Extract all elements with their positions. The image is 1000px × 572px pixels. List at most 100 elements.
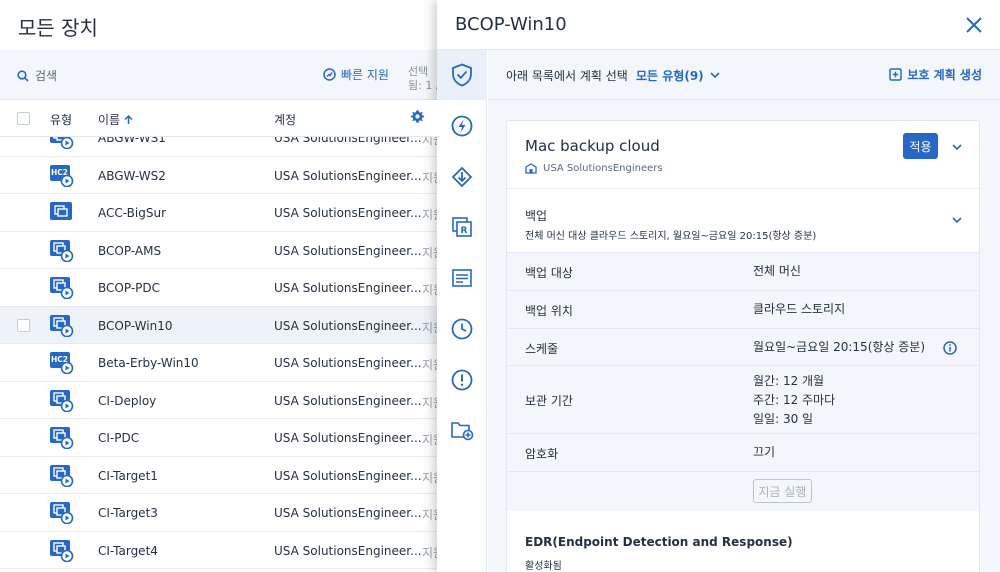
device-name: CI-Target3 xyxy=(98,506,158,520)
edr-section[interactable]: EDR(Endpoint Detection and Response) 활성화… xyxy=(507,515,979,572)
detail-row-encryption: 암호화 끄기 xyxy=(507,434,979,472)
search-box[interactable]: 검색 xyxy=(17,67,57,84)
table-row[interactable]: BCOP-PDCUSA SolutionsEngineer...지원 xyxy=(0,269,440,307)
detail-row-what: 백업 대상 전체 머신 xyxy=(507,253,979,291)
table-row[interactable]: CI-Target1USA SolutionsEngineer...지원 xyxy=(0,457,440,494)
nav-restore[interactable]: R xyxy=(437,202,487,252)
apply-button[interactable]: 적용 xyxy=(903,133,938,159)
protection-content: 아래 목록에서 계획 선택 모든 유형(9) 보호 계획 생성 Mac back… xyxy=(488,50,1000,572)
panel-title: BCOP-Win10 xyxy=(455,14,567,35)
chevron-down-icon[interactable] xyxy=(951,214,963,226)
device-table-body: ABGW-WS1USA SolutionsEngineer...지원HC2ABG… xyxy=(0,119,440,569)
chevron-down-icon xyxy=(710,72,720,79)
info-icon[interactable] xyxy=(943,341,957,355)
nav-recovery[interactable] xyxy=(437,152,487,202)
backup-section-header[interactable]: 백업 전체 머신 대상 클라우드 스토리지, 월요일~금요일 20:15(항상 … xyxy=(507,189,979,253)
plus-square-icon xyxy=(889,68,903,81)
table-row[interactable]: CI-PDCUSA SolutionsEngineer...지원 xyxy=(0,419,440,457)
create-plan-button[interactable]: 보호 계획 생성 xyxy=(889,66,982,83)
sort-asc-icon xyxy=(124,114,133,124)
column-name[interactable]: 이름 xyxy=(98,111,133,128)
vm-icon xyxy=(50,427,74,450)
vm-icon xyxy=(50,277,74,300)
plan-organization: USA SolutionsEngineers xyxy=(525,163,663,174)
table-row[interactable]: HC2ABGW-WS2USA SolutionsEngineer...지원 xyxy=(0,157,440,194)
quick-support-button[interactable]: 빠른 지원 xyxy=(323,66,389,83)
device-name: BCOP-Win10 xyxy=(98,318,173,333)
nav-activities[interactable] xyxy=(437,304,487,354)
table-row[interactable]: CI-Target4USA SolutionsEngineer...지원 xyxy=(0,532,440,569)
run-now-row: 지금 실행 xyxy=(507,472,979,511)
chevron-down-icon[interactable] xyxy=(951,141,963,153)
close-icon[interactable] xyxy=(963,14,985,36)
table-row[interactable]: BCOP-Win10USA SolutionsEngineer...지원 xyxy=(0,306,440,344)
table-row[interactable]: CI-DeployUSA SolutionsEngineer...지원 xyxy=(0,382,440,419)
selection-info: 선택 됨: 1 / xyxy=(408,65,438,92)
quick-support-icon xyxy=(323,68,336,81)
table-row[interactable]: ACC-BigSurUSA SolutionsEngineer...지원 xyxy=(0,194,440,232)
panel-header: BCOP-Win10 xyxy=(437,0,1000,50)
table-row[interactable]: BCOP-AMSUSA SolutionsEngineer...지원 xyxy=(0,232,440,269)
nav-alerts[interactable] xyxy=(437,355,487,405)
backup-details: 백업 대상 전체 머신 백업 위치 클라우드 스토리지 스케줄 월요일~금요일 … xyxy=(507,253,979,511)
row-checkbox[interactable] xyxy=(17,318,30,332)
run-now-button[interactable]: 지금 실행 xyxy=(753,479,812,503)
device-account: USA SolutionsEngineer... xyxy=(274,468,422,483)
panel-side-nav: R xyxy=(437,50,487,572)
storage-icon xyxy=(452,269,472,287)
column-settings-button[interactable] xyxy=(410,109,425,127)
device-account: USA SolutionsEngineer... xyxy=(274,318,422,333)
plan-card: Mac backup cloud USA SolutionsEngineers … xyxy=(506,120,980,572)
select-all-checkbox[interactable] xyxy=(17,112,30,125)
device-account: USA SolutionsEngineer... xyxy=(274,281,422,295)
column-account[interactable]: 계정 xyxy=(274,111,296,128)
alert-icon xyxy=(451,369,473,391)
nav-add-to-group[interactable] xyxy=(437,405,487,455)
plan-select-label: 아래 목록에서 계획 선택 xyxy=(506,69,628,83)
list-toolbar: 검색 빠른 지원 선택 됨: 1 / xyxy=(0,50,440,100)
device-account: USA SolutionsEngineer... xyxy=(274,431,422,445)
device-account: USA SolutionsEngineer... xyxy=(274,168,422,183)
device-name: CI-Deploy xyxy=(98,393,157,408)
table-row[interactable]: HC2 Beta-Erby-Win10 USA SolutionsEngineer.… xyxy=(0,344,440,382)
lightning-icon xyxy=(451,115,473,137)
page-title: 모든 장치 xyxy=(18,16,98,40)
clock-icon xyxy=(451,318,473,340)
backup-section-summary: 전체 머신 대상 클라우드 스토리지, 월요일~금요일 20:15(항상 증분) xyxy=(525,231,817,242)
plan-name: Mac backup cloud xyxy=(525,137,660,155)
device-name: CI-PDC xyxy=(98,431,140,445)
device-detail-panel: BCOP-Win10 R 아래 목록에서 계획 선택 모든 유형(9) 보호 계… xyxy=(437,0,1000,572)
vm-icon xyxy=(50,539,74,562)
quick-support-label: 빠른 지원 xyxy=(341,68,389,82)
table-row[interactable]: CI-Target3USA SolutionsEngineer...지원 xyxy=(0,494,440,532)
shield-check-icon xyxy=(452,63,472,87)
folder-add-icon xyxy=(451,422,474,441)
svg-text:R: R xyxy=(461,226,468,236)
device-list-pane: 모든 장치 검색 빠른 지원 선택 됨: 1 / ABGW-WS1 USA Sol… xyxy=(0,0,440,572)
plan-type-filter[interactable]: 모든 유형(9) xyxy=(636,67,720,84)
hc2-icon: HC2 xyxy=(50,352,74,375)
device-name: CI-Target4 xyxy=(98,543,158,558)
device-name: BCOP-PDC xyxy=(98,281,161,295)
vm-icon xyxy=(50,239,74,262)
backup-section-title: 백업 xyxy=(525,209,548,223)
vm-icon xyxy=(50,314,74,337)
vm-icon xyxy=(50,464,74,487)
gear-icon xyxy=(410,110,425,123)
vm-icon xyxy=(50,502,74,525)
column-type[interactable]: 유형 xyxy=(50,111,72,128)
edr-title: EDR(Endpoint Detection and Response) xyxy=(525,535,793,549)
nav-protection[interactable] xyxy=(437,50,487,100)
device-account: USA SolutionsEngineer... xyxy=(274,543,422,558)
search-icon xyxy=(17,69,29,82)
nav-storage[interactable] xyxy=(437,253,487,303)
plan-selector-bar: 아래 목록에서 계획 선택 모든 유형(9) 보호 계획 생성 xyxy=(488,50,1000,100)
nav-active-protection[interactable] xyxy=(437,101,487,151)
device-account: USA SolutionsEngineer... xyxy=(274,356,422,370)
device-name: CI-Target1 xyxy=(98,468,158,483)
detail-row-retention: 보관 기간 월간: 12 개월 주간: 12 주마다 일일: 30 일 xyxy=(507,366,979,434)
device-name: ABGW-WS2 xyxy=(98,168,166,183)
edr-status: 활성화됨 xyxy=(525,561,562,572)
device-account: USA SolutionsEngineer... xyxy=(274,243,422,258)
search-label: 검색 xyxy=(35,69,58,83)
